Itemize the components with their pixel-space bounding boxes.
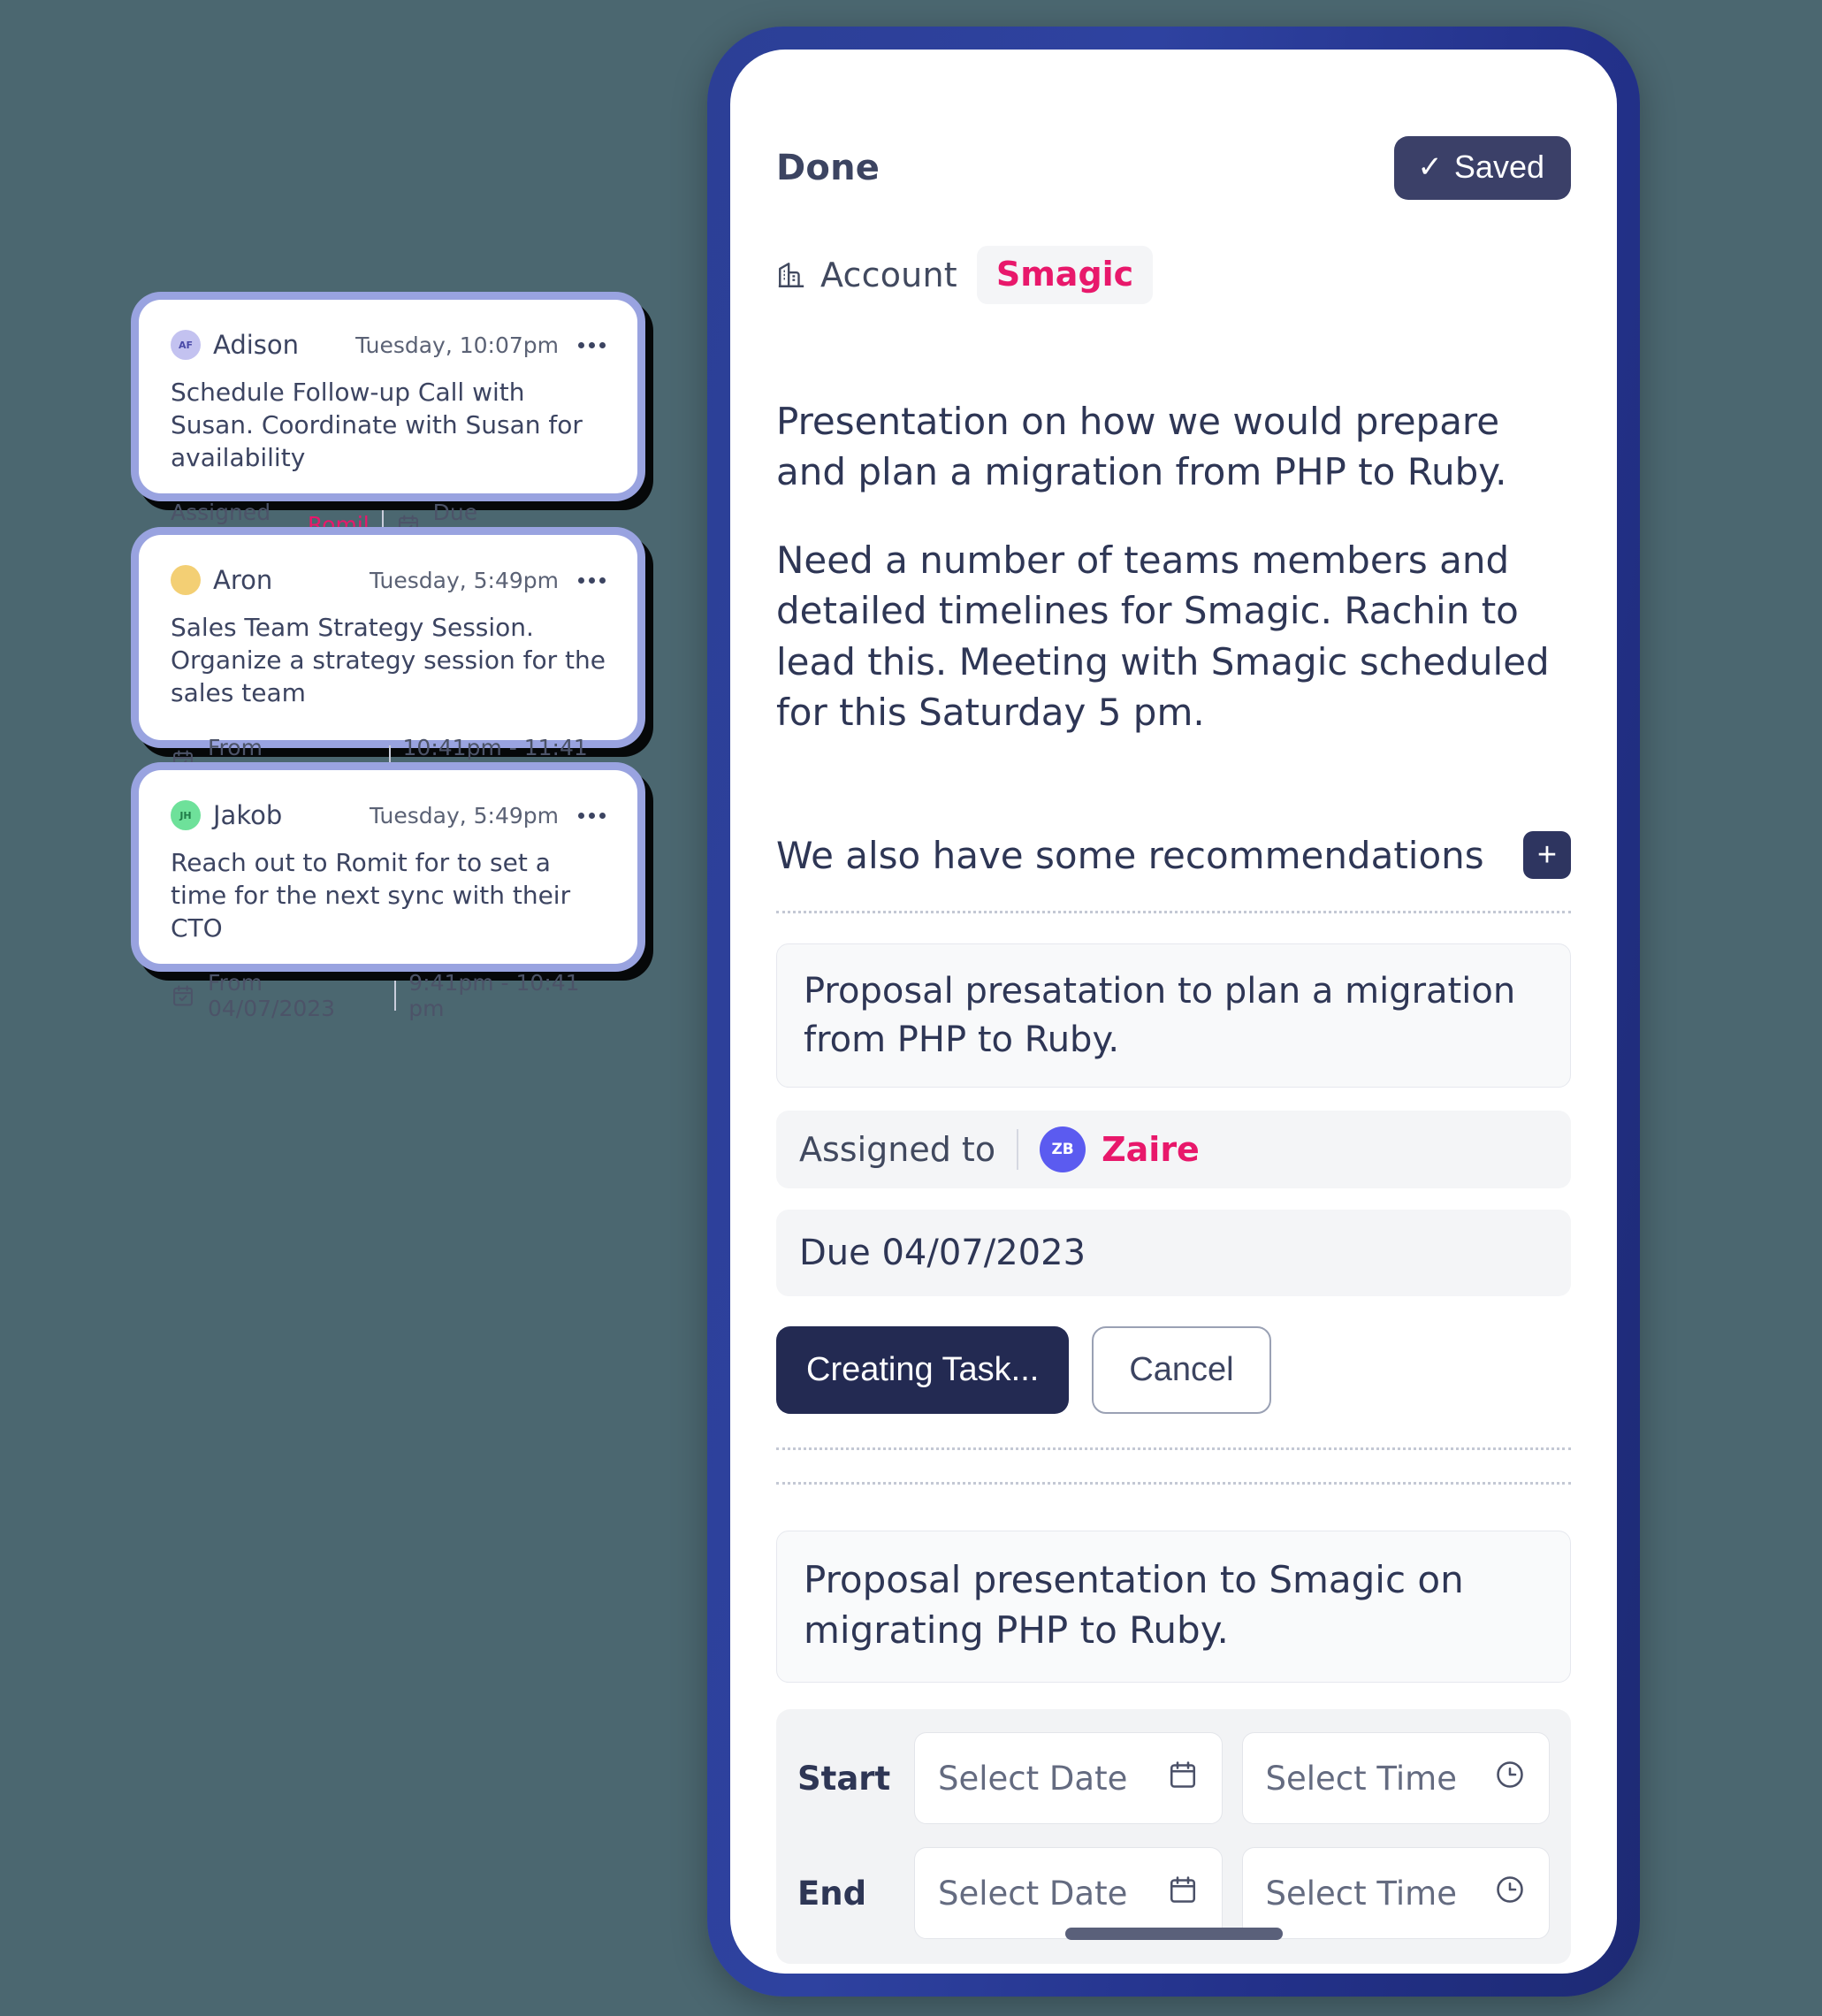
card-header: Aron Tuesday, 5:49pm — [171, 565, 606, 595]
clock-icon — [1494, 1759, 1526, 1798]
recommendations-row: We also have some recommendations + — [776, 831, 1571, 880]
recommendations-text: We also have some recommendations — [776, 833, 1484, 877]
card-user-name: Jakob — [213, 800, 283, 830]
account-row: Account Smagic — [776, 246, 1571, 304]
start-time-picker[interactable]: Select Time — [1241, 1732, 1550, 1825]
end-label: End — [797, 1874, 867, 1913]
avatar: AF — [171, 330, 201, 360]
vertical-divider — [1017, 1129, 1019, 1171]
start-date-picker[interactable]: Select Date — [914, 1732, 1223, 1825]
task-card-adison[interactable]: AF Adison Tuesday, 10:07pm Schedule Foll… — [131, 292, 645, 551]
schedule-row-end: End Select Date Select Time — [797, 1847, 1550, 1940]
cancel-button[interactable]: Cancel — [1092, 1326, 1271, 1415]
saved-button-label: Saved — [1453, 149, 1544, 185]
end-date-picker[interactable]: Select Date — [914, 1847, 1223, 1940]
proposal-block: Proposal presentation to Smagic on migra… — [776, 1482, 1571, 1965]
calendar-check-icon — [171, 983, 195, 1008]
schedule-row-start: Start Select Date Select Time — [797, 1732, 1550, 1825]
assignee-name: Zaire — [1102, 1130, 1200, 1170]
plus-icon[interactable]: + — [1523, 831, 1571, 880]
task-description-input[interactable]: Proposal presatation to plan a migration… — [776, 943, 1571, 1088]
task-due-date-field[interactable]: Due 04/07/2023 — [776, 1210, 1571, 1297]
card-meta: From 04/07/2023 9:41pm - 10:41 pm — [171, 970, 606, 1021]
end-date-placeholder: Select Date — [938, 1874, 1128, 1913]
card-user-name: Adison — [213, 330, 300, 360]
calendar-icon — [1167, 1874, 1199, 1913]
card-timestamp: Tuesday, 5:49pm — [370, 802, 559, 829]
clock-icon — [1494, 1874, 1526, 1913]
card-task-text: Schedule Follow-up Call with Susan. Coor… — [171, 378, 583, 473]
more-horizontal-icon[interactable] — [578, 341, 606, 348]
note-body: Presentation on how we would prepare and… — [776, 345, 1571, 789]
card-from-date: From 04/07/2023 — [208, 969, 336, 1021]
card-timestamp: Tuesday, 10:07pm — [355, 332, 559, 358]
home-indicator[interactable] — [1064, 1928, 1283, 1940]
card-user-name: Aron — [213, 565, 273, 595]
card-task-text: Reach out to Romit for to set a time for… — [171, 848, 571, 943]
assigned-to-label: Assigned to — [799, 1130, 996, 1170]
card-task-text: Sales Team Strategy Session. Organize a … — [171, 613, 606, 708]
card-timestamp: Tuesday, 5:49pm — [370, 567, 559, 593]
more-horizontal-icon[interactable] — [578, 577, 606, 584]
task-card-aron[interactable]: Aron Tuesday, 5:49pm Sales Team Strategy… — [131, 527, 645, 786]
card-header-right: Tuesday, 10:07pm — [355, 332, 606, 358]
create-task-button[interactable]: Creating Task... — [776, 1326, 1070, 1415]
avatar — [171, 565, 201, 595]
check-icon: ✓ — [1417, 150, 1443, 184]
card-user: JH Jakob — [171, 800, 282, 830]
building-icon — [776, 260, 806, 290]
vertical-divider — [394, 980, 397, 1011]
task-assignee-row[interactable]: Assigned to ZB Zaire — [776, 1111, 1571, 1189]
account-label: Account — [820, 256, 957, 294]
card-header-right: Tuesday, 5:49pm — [370, 568, 606, 593]
calendar-icon — [1167, 1759, 1199, 1798]
card-user: AF Adison — [171, 330, 299, 360]
phone-device-frame: Done ✓ Saved Account Smagic Presentation… — [707, 27, 1640, 1997]
start-label: Start — [797, 1759, 891, 1798]
more-horizontal-icon[interactable] — [578, 812, 606, 819]
card-header: AF Adison Tuesday, 10:07pm — [171, 330, 606, 360]
assignee-avatar: ZB — [1040, 1126, 1086, 1173]
card-time-range: 9:41pm - 10:41 pm — [408, 969, 580, 1021]
saved-button[interactable]: ✓ Saved — [1394, 136, 1571, 200]
card-user: Aron — [171, 565, 272, 595]
note-paragraph-1: Presentation on how we would prepare and… — [776, 399, 1507, 494]
card-header: JH Jakob Tuesday, 5:49pm — [171, 800, 606, 830]
start-date-placeholder: Select Date — [938, 1759, 1128, 1798]
task-form-block: Proposal presatation to plan a migration… — [776, 911, 1571, 1451]
schedule-box: Start Select Date Select Time End Select… — [776, 1709, 1571, 1965]
proposal-description-input[interactable]: Proposal presentation to Smagic on migra… — [776, 1531, 1571, 1684]
note-paragraph-2: Need a number of teams members and detai… — [776, 538, 1550, 735]
phone-screen: Done ✓ Saved Account Smagic Presentation… — [730, 50, 1617, 1974]
end-time-picker[interactable]: Select Time — [1241, 1847, 1550, 1940]
done-button[interactable]: Done — [776, 148, 880, 188]
avatar: JH — [171, 800, 201, 830]
task-form-actions: Creating Task... Cancel — [776, 1326, 1571, 1415]
account-value-chip[interactable]: Smagic — [976, 246, 1154, 304]
start-time-placeholder: Select Time — [1265, 1759, 1457, 1798]
card-header-right: Tuesday, 5:49pm — [370, 803, 606, 829]
app-header: Done ✓ Saved — [776, 50, 1571, 200]
task-card-jakob[interactable]: JH Jakob Tuesday, 5:49pm Reach out to Ro… — [131, 762, 645, 1021]
end-time-placeholder: Select Time — [1265, 1874, 1457, 1913]
